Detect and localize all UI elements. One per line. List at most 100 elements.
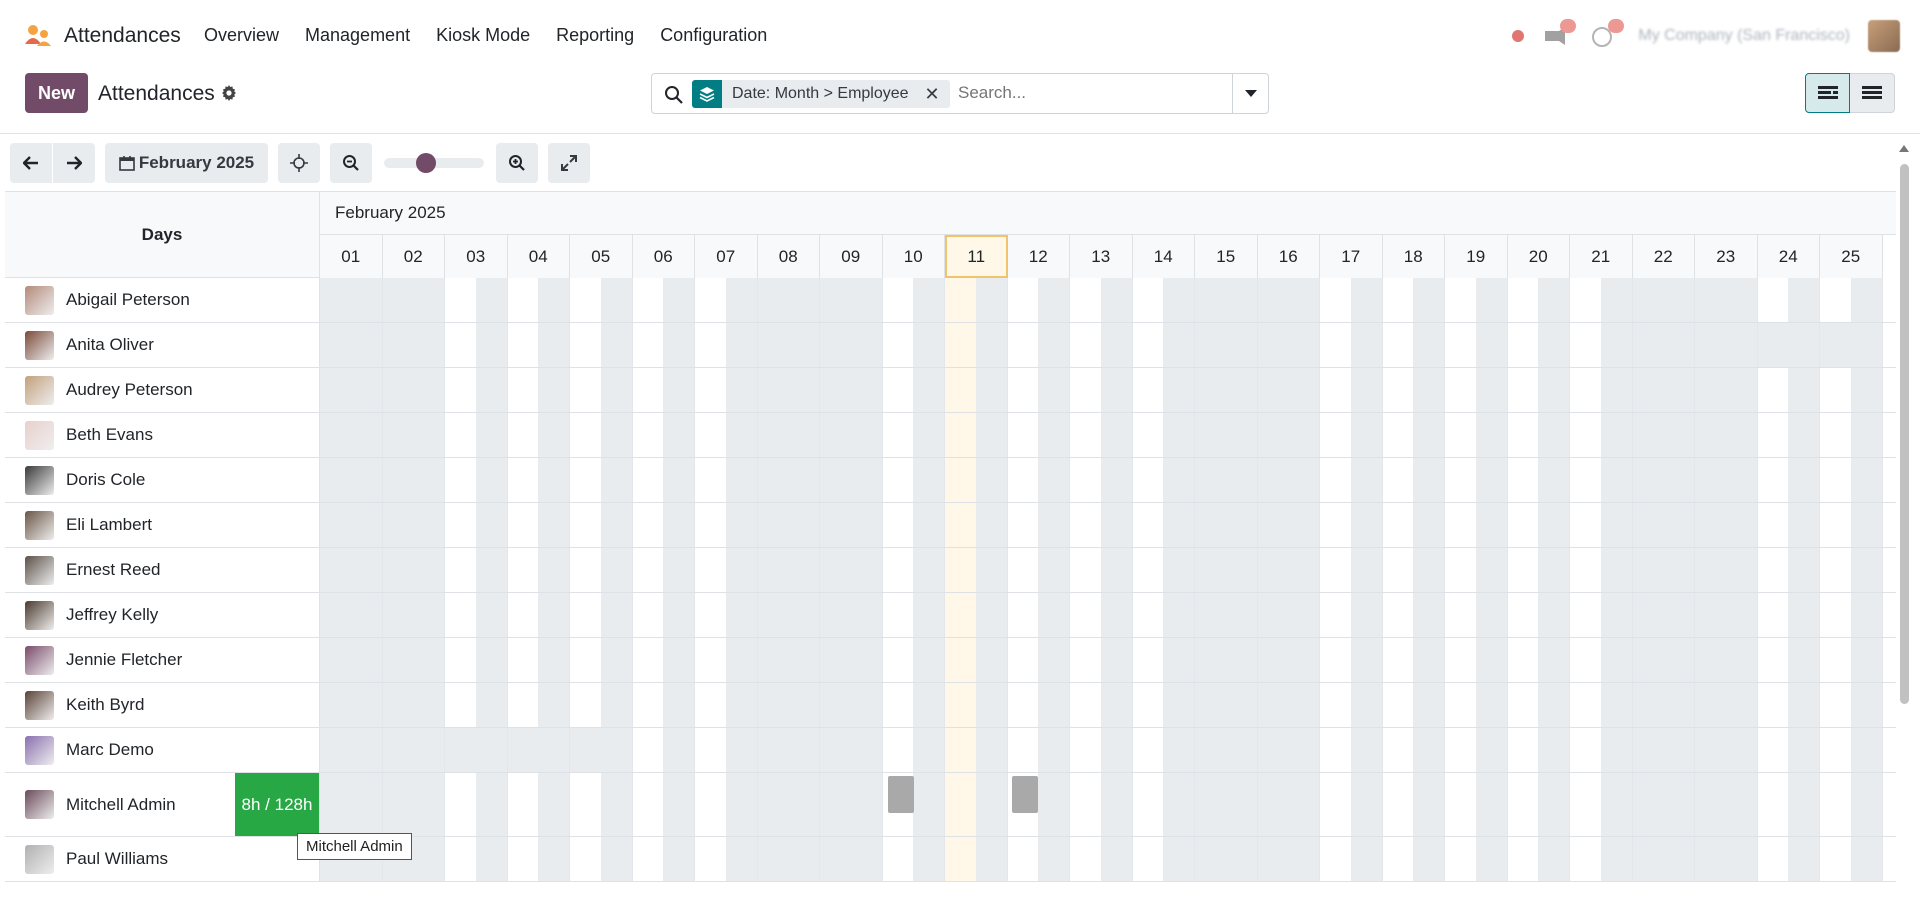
- gantt-cell[interactable]: [632, 503, 695, 547]
- gantt-cell[interactable]: [1320, 413, 1383, 457]
- gantt-cell[interactable]: [445, 368, 508, 412]
- gantt-cell[interactable]: [1195, 837, 1258, 881]
- gantt-cell[interactable]: [1132, 323, 1195, 367]
- gantt-cell[interactable]: [1570, 413, 1633, 457]
- gantt-cell[interactable]: [1195, 683, 1258, 727]
- gantt-cell[interactable]: [1007, 683, 1070, 727]
- gantt-cell[interactable]: [632, 368, 695, 412]
- gantt-cell[interactable]: [445, 413, 508, 457]
- gantt-cell[interactable]: [945, 837, 1008, 881]
- gantt-cell[interactable]: [1007, 773, 1070, 836]
- gantt-cell[interactable]: [445, 837, 508, 881]
- gantt-cell[interactable]: [382, 548, 445, 592]
- gantt-cell[interactable]: [632, 458, 695, 502]
- gantt-cell[interactable]: [1570, 728, 1633, 772]
- gantt-cell[interactable]: [570, 593, 633, 637]
- gantt-cell[interactable]: [382, 728, 445, 772]
- gantt-cell[interactable]: [1445, 593, 1508, 637]
- gantt-cell[interactable]: [507, 683, 570, 727]
- gantt-cell[interactable]: [1757, 368, 1820, 412]
- gantt-cell[interactable]: [757, 458, 820, 502]
- attendances-app-icon[interactable]: [24, 24, 52, 48]
- gantt-cell[interactable]: [1195, 278, 1258, 322]
- gantt-cell[interactable]: [820, 773, 883, 836]
- gantt-cell[interactable]: [632, 548, 695, 592]
- gantt-cell[interactable]: [1820, 773, 1883, 836]
- gantt-cell[interactable]: [1195, 323, 1258, 367]
- employee-name-cell[interactable]: Jeffrey Kelly: [5, 593, 320, 637]
- gantt-cell[interactable]: [1132, 773, 1195, 836]
- gantt-cell[interactable]: [882, 503, 945, 547]
- gantt-cell[interactable]: [1257, 728, 1320, 772]
- gantt-cell[interactable]: [1757, 683, 1820, 727]
- gantt-cell[interactable]: [1445, 323, 1508, 367]
- gantt-cell[interactable]: [820, 683, 883, 727]
- gantt-cell[interactable]: [1820, 278, 1883, 322]
- gantt-cell[interactable]: [1757, 278, 1820, 322]
- list-view-button[interactable]: [1850, 73, 1895, 113]
- gantt-cell[interactable]: [507, 368, 570, 412]
- gantt-cell[interactable]: [632, 413, 695, 457]
- gantt-cell[interactable]: [945, 548, 1008, 592]
- gantt-cell[interactable]: [1257, 638, 1320, 682]
- gantt-cell[interactable]: [1695, 413, 1758, 457]
- gantt-cell[interactable]: [632, 638, 695, 682]
- user-avatar[interactable]: [1868, 20, 1900, 52]
- gantt-cell[interactable]: [695, 683, 758, 727]
- gantt-cell[interactable]: [757, 683, 820, 727]
- gantt-cell[interactable]: [1320, 773, 1383, 836]
- gantt-cell[interactable]: [1632, 323, 1695, 367]
- gantt-cell[interactable]: [1070, 593, 1133, 637]
- gantt-cell[interactable]: [1132, 413, 1195, 457]
- gantt-cell[interactable]: [1445, 503, 1508, 547]
- gantt-cell[interactable]: [1570, 368, 1633, 412]
- employee-name-cell[interactable]: Ernest Reed: [5, 548, 320, 592]
- gantt-cell[interactable]: [507, 773, 570, 836]
- gantt-cell[interactable]: [1570, 323, 1633, 367]
- gantt-cell[interactable]: [320, 773, 383, 836]
- gantt-cell[interactable]: [1445, 278, 1508, 322]
- gantt-cell[interactable]: [945, 458, 1008, 502]
- gantt-cell[interactable]: [1382, 503, 1445, 547]
- gantt-cell[interactable]: [1195, 593, 1258, 637]
- gantt-cell[interactable]: [1007, 503, 1070, 547]
- gantt-cell[interactable]: [445, 278, 508, 322]
- gantt-cell[interactable]: [507, 458, 570, 502]
- gantt-cell[interactable]: [1132, 458, 1195, 502]
- gantt-cell[interactable]: [1507, 413, 1570, 457]
- gantt-cell[interactable]: [695, 413, 758, 457]
- gantt-cell[interactable]: [1820, 413, 1883, 457]
- gantt-cell[interactable]: [1132, 728, 1195, 772]
- gantt-cell[interactable]: [695, 638, 758, 682]
- gantt-cell[interactable]: [1132, 593, 1195, 637]
- gantt-cell[interactable]: [1757, 413, 1820, 457]
- gantt-cell[interactable]: [1757, 593, 1820, 637]
- gantt-cell[interactable]: [945, 683, 1008, 727]
- gantt-cell[interactable]: [1195, 458, 1258, 502]
- gantt-cell[interactable]: [820, 548, 883, 592]
- gantt-cell[interactable]: [445, 323, 508, 367]
- menu-configuration[interactable]: Configuration: [660, 25, 767, 46]
- gantt-cell[interactable]: [695, 503, 758, 547]
- gantt-cell[interactable]: [1195, 503, 1258, 547]
- gantt-cell[interactable]: [1382, 323, 1445, 367]
- gantt-cell[interactable]: [1320, 323, 1383, 367]
- gantt-cell[interactable]: [382, 278, 445, 322]
- gantt-cell[interactable]: [1382, 458, 1445, 502]
- gantt-cell[interactable]: [507, 837, 570, 881]
- gantt-cell[interactable]: [382, 323, 445, 367]
- gantt-cell[interactable]: [320, 638, 383, 682]
- gantt-cell[interactable]: [1570, 638, 1633, 682]
- gantt-cell[interactable]: [882, 773, 945, 836]
- gantt-cell[interactable]: [320, 278, 383, 322]
- gantt-cell[interactable]: [757, 728, 820, 772]
- gantt-cell[interactable]: [1507, 503, 1570, 547]
- gantt-cell[interactable]: [445, 773, 508, 836]
- gantt-cell[interactable]: [1820, 548, 1883, 592]
- gantt-cell[interactable]: [1632, 413, 1695, 457]
- gantt-cell[interactable]: [1070, 683, 1133, 727]
- gantt-cell[interactable]: [320, 728, 383, 772]
- gantt-cell[interactable]: [1445, 458, 1508, 502]
- gantt-cell[interactable]: [820, 593, 883, 637]
- gantt-cell[interactable]: [882, 728, 945, 772]
